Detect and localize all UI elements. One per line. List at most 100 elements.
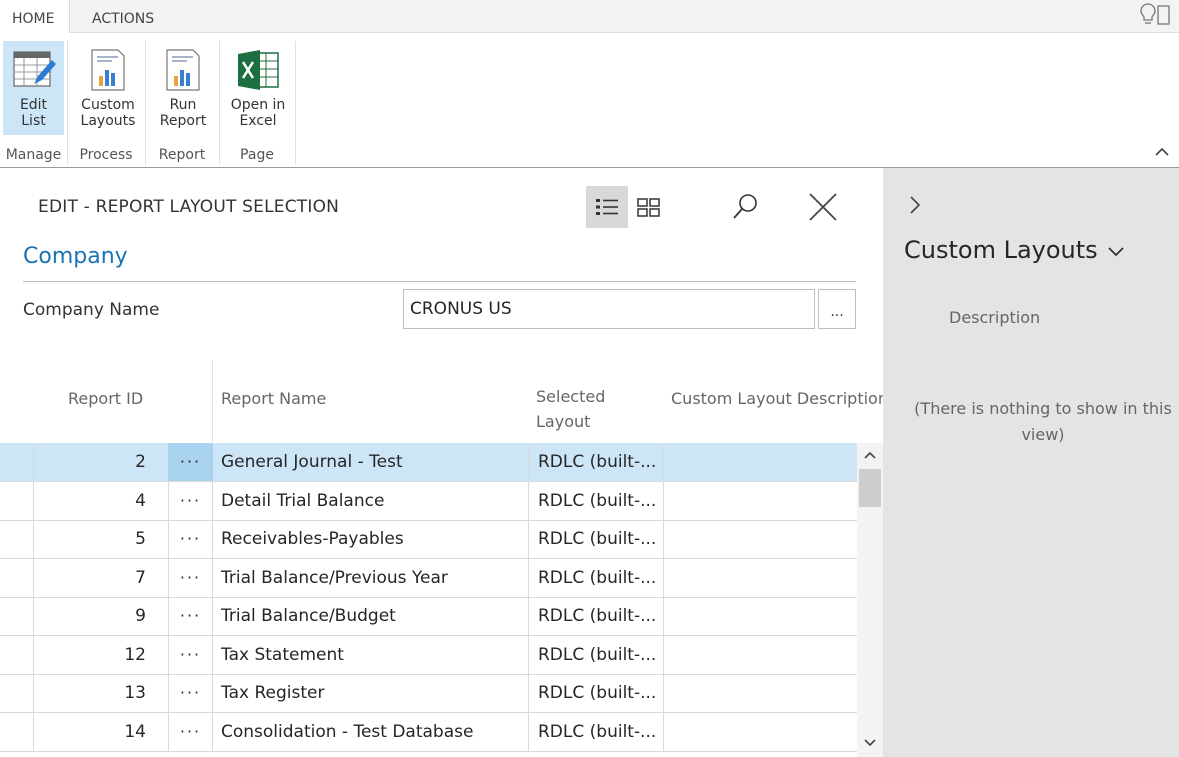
column-header-selected-layout[interactable]: Selected Layout [536, 384, 605, 434]
run-report-button[interactable]: Run Report [153, 41, 213, 135]
grid-scrollbar[interactable] [857, 443, 883, 757]
column-header-report-name[interactable]: Report Name [221, 386, 326, 411]
group-label-report: Report [158, 147, 206, 163]
cell-divider [663, 520, 664, 559]
cell-divider [663, 635, 664, 675]
table-row[interactable]: 2 ··· General Journal - Test RDLC (built… [0, 443, 857, 482]
report-name-cell[interactable]: Trial Balance/Budget [221, 597, 521, 635]
selected-layout-cell[interactable]: RDLC (built-... [538, 597, 663, 635]
scrollbar-thumb[interactable] [859, 469, 881, 507]
table-row[interactable]: 12 ··· Tax Statement RDLC (built-... [0, 635, 857, 675]
cell-divider [528, 674, 529, 713]
selected-layout-cell[interactable]: RDLC (built-... [538, 559, 663, 597]
lightbulb-icon[interactable] [1139, 2, 1171, 28]
collapse-ribbon-icon[interactable] [1153, 143, 1171, 161]
tab-home[interactable]: HOME [0, 0, 70, 34]
factbox-pane: Custom Layouts Description (There is not… [883, 168, 1179, 757]
factbox-title[interactable]: Custom Layouts [904, 236, 1125, 264]
report-id-cell[interactable]: 14 [34, 713, 146, 751]
group-label-page: Page [240, 147, 274, 163]
fasttab-company[interactable]: Company [23, 244, 128, 269]
fasttab-divider [23, 281, 856, 282]
close-button[interactable] [802, 186, 844, 228]
row-actions-button[interactable]: ··· [168, 520, 213, 558]
open-in-excel-button[interactable]: Open in Excel [226, 41, 290, 135]
table-row[interactable]: 4 ··· Detail Trial Balance RDLC (built-.… [0, 481, 857, 521]
cell-divider [528, 558, 529, 598]
selected-layout-cell[interactable]: RDLC (built-... [538, 636, 663, 674]
cell-divider [663, 712, 664, 752]
group-separator [295, 41, 296, 165]
report-name-cell[interactable]: Trial Balance/Previous Year [221, 559, 521, 597]
row-actions-button[interactable]: ··· [168, 559, 213, 597]
tile-view-icon [637, 198, 660, 217]
report-name-cell[interactable]: Tax Register [221, 674, 521, 712]
cell-divider [663, 558, 664, 598]
report-name-cell[interactable]: Tax Statement [221, 636, 521, 674]
selected-layout-cell[interactable]: RDLC (built-... [538, 443, 663, 481]
row-actions-button[interactable]: ··· [168, 713, 213, 751]
table-row[interactable]: 7 ··· Trial Balance/Previous Year RDLC (… [0, 558, 857, 598]
selected-layout-cell[interactable]: RDLC (built-... [538, 674, 663, 712]
row-actions-button[interactable]: ··· [168, 674, 213, 712]
factbox-column-header: Description [949, 308, 1041, 327]
edit-list-label-2: List [21, 113, 46, 129]
header-divider [212, 360, 213, 442]
factbox-empty-line2: view) [1021, 425, 1065, 444]
report-id-cell[interactable]: 7 [34, 559, 146, 597]
report-name-cell[interactable]: Detail Trial Balance [221, 482, 521, 520]
search-icon [733, 194, 757, 219]
run-report-label-1: Run [169, 97, 197, 113]
cell-divider [528, 520, 529, 559]
report-id-cell[interactable]: 5 [34, 520, 146, 558]
selected-layout-cell[interactable]: RDLC (built-... [538, 520, 663, 558]
run-report-label-2: Report [159, 113, 207, 129]
search-button[interactable] [724, 186, 766, 228]
report-id-cell[interactable]: 9 [34, 597, 146, 635]
column-header-selected-layout-line2: Layout [536, 412, 591, 431]
table-row[interactable]: 5 ··· Receivables-Payables RDLC (built-.… [0, 520, 857, 559]
row-actions-button[interactable]: ··· [168, 597, 213, 635]
edit-list-button[interactable]: Edit List [3, 41, 64, 135]
table-row[interactable]: 14 ··· Consolidation - Test Database RDL… [0, 712, 857, 752]
selected-layout-cell[interactable]: RDLC (built-... [538, 713, 663, 751]
table-row[interactable]: 13 ··· Tax Register RDLC (built-... [0, 674, 857, 713]
report-layout-icon [91, 49, 125, 91]
factbox-empty-message: (There is nothing to show in this view) [907, 396, 1179, 448]
column-header-selected-layout-line1: Selected [536, 387, 606, 406]
company-lookup-button[interactable]: ... [818, 289, 856, 329]
column-header-custom-layout-description[interactable]: Custom Layout Description [671, 386, 883, 411]
row-actions-button[interactable]: ··· [168, 443, 213, 481]
ribbon-tab-bar: HOME ACTIONS [0, 0, 1179, 34]
report-id-cell[interactable]: 4 [34, 482, 146, 520]
report-id-cell[interactable]: 12 [34, 636, 146, 674]
report-layout-grid: 2 ··· General Journal - Test RDLC (built… [0, 443, 857, 757]
column-header-report-id[interactable]: Report ID [68, 386, 143, 411]
tile-view-button[interactable] [628, 186, 670, 228]
report-name-cell[interactable]: General Journal - Test [221, 443, 521, 481]
open-in-excel-label-2: Excel [239, 113, 277, 129]
report-id-cell[interactable]: 2 [34, 443, 146, 481]
edit-list-label-1: Edit [19, 97, 48, 113]
report-name-cell[interactable]: Receivables-Payables [221, 520, 521, 558]
chevron-right-icon[interactable] [907, 194, 923, 216]
company-name-field[interactable]: CRONUS US [403, 289, 815, 329]
scroll-down-icon[interactable] [863, 737, 877, 749]
report-name-cell[interactable]: Consolidation - Test Database [221, 713, 521, 751]
row-actions-button[interactable]: ··· [168, 482, 213, 520]
factbox-empty-line1: (There is nothing to show in this [914, 399, 1172, 418]
table-row[interactable]: 9 ··· Trial Balance/Budget RDLC (built-.… [0, 597, 857, 636]
cell-divider [528, 712, 529, 752]
custom-layouts-button[interactable]: Custom Layouts [76, 41, 140, 135]
tab-actions[interactable]: ACTIONS [92, 0, 154, 33]
report-id-cell[interactable]: 13 [34, 674, 146, 712]
page-title: EDIT - REPORT LAYOUT SELECTION [38, 197, 340, 217]
scroll-up-icon[interactable] [863, 449, 877, 461]
selected-layout-cell[interactable]: RDLC (built-... [538, 482, 663, 520]
row-actions-button[interactable]: ··· [168, 636, 213, 674]
list-view-button[interactable] [586, 186, 628, 228]
cell-divider [663, 674, 664, 713]
group-label-manage: Manage [5, 147, 62, 163]
chevron-down-icon [1108, 247, 1124, 257]
list-view-icon [596, 199, 618, 215]
